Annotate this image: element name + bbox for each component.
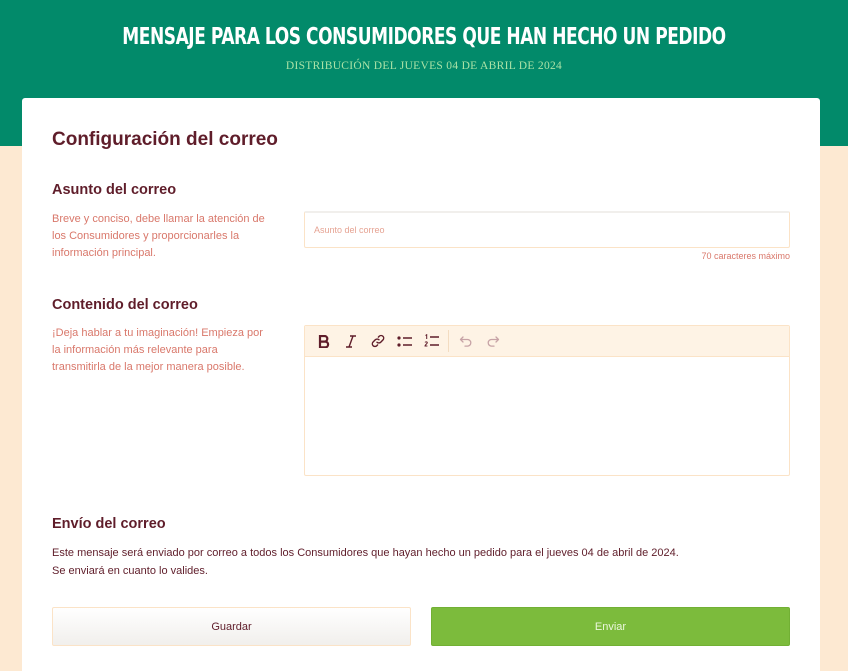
card-title: Configuración del correo <box>52 129 278 150</box>
content-editor-area[interactable] <box>305 357 789 475</box>
undo-button[interactable] <box>452 329 479 353</box>
subject-max-chars: 70 caracteres máximo <box>701 251 790 261</box>
page-subtitle: DISTRIBUCIÓN DEL JUEVES 04 DE ABRIL DE 2… <box>285 60 563 72</box>
subject-section-title: Asunto del correo <box>52 182 177 198</box>
bullet-list-icon <box>396 335 412 347</box>
redo-icon <box>487 336 499 347</box>
link-icon <box>371 334 384 348</box>
save-button[interactable]: Guardar <box>52 607 411 646</box>
editor-toolbar <box>305 326 789 357</box>
ordered-list-button[interactable] <box>418 329 445 353</box>
toolbar-divider <box>448 330 449 352</box>
bold-button[interactable] <box>310 329 337 353</box>
undo-icon <box>459 336 471 347</box>
send-button[interactable]: Enviar <box>431 607 790 646</box>
content-help-text: ¡Deja hablar a tu imaginación! Empieza p… <box>52 327 263 373</box>
bold-icon <box>318 334 329 348</box>
bullet-list-button[interactable] <box>391 329 418 353</box>
ordered-list-icon <box>423 334 439 347</box>
link-button[interactable] <box>364 329 391 353</box>
redo-button[interactable] <box>479 329 506 353</box>
italic-button[interactable] <box>337 329 364 353</box>
sending-info: Este mensaje será enviado por correo a t… <box>52 544 679 580</box>
sending-info-line-1: Este mensaje será enviado por correo a t… <box>52 547 679 559</box>
subject-input[interactable] <box>304 211 790 248</box>
italic-icon <box>345 334 356 348</box>
sending-section-title: Envío del correo <box>52 516 166 532</box>
email-config-card: Configuración del correo Asunto del corr… <box>22 98 820 671</box>
subject-help-text: Breve y conciso, debe llamar la atención… <box>52 213 265 259</box>
content-editor <box>304 325 790 476</box>
page-title: MENSAJE PARA LOS CONSUMIDORES QUE HAN HE… <box>122 24 726 50</box>
content-section-title: Contenido del correo <box>52 297 198 313</box>
sending-info-line-2: Se enviará en cuanto lo valides. <box>52 565 208 577</box>
